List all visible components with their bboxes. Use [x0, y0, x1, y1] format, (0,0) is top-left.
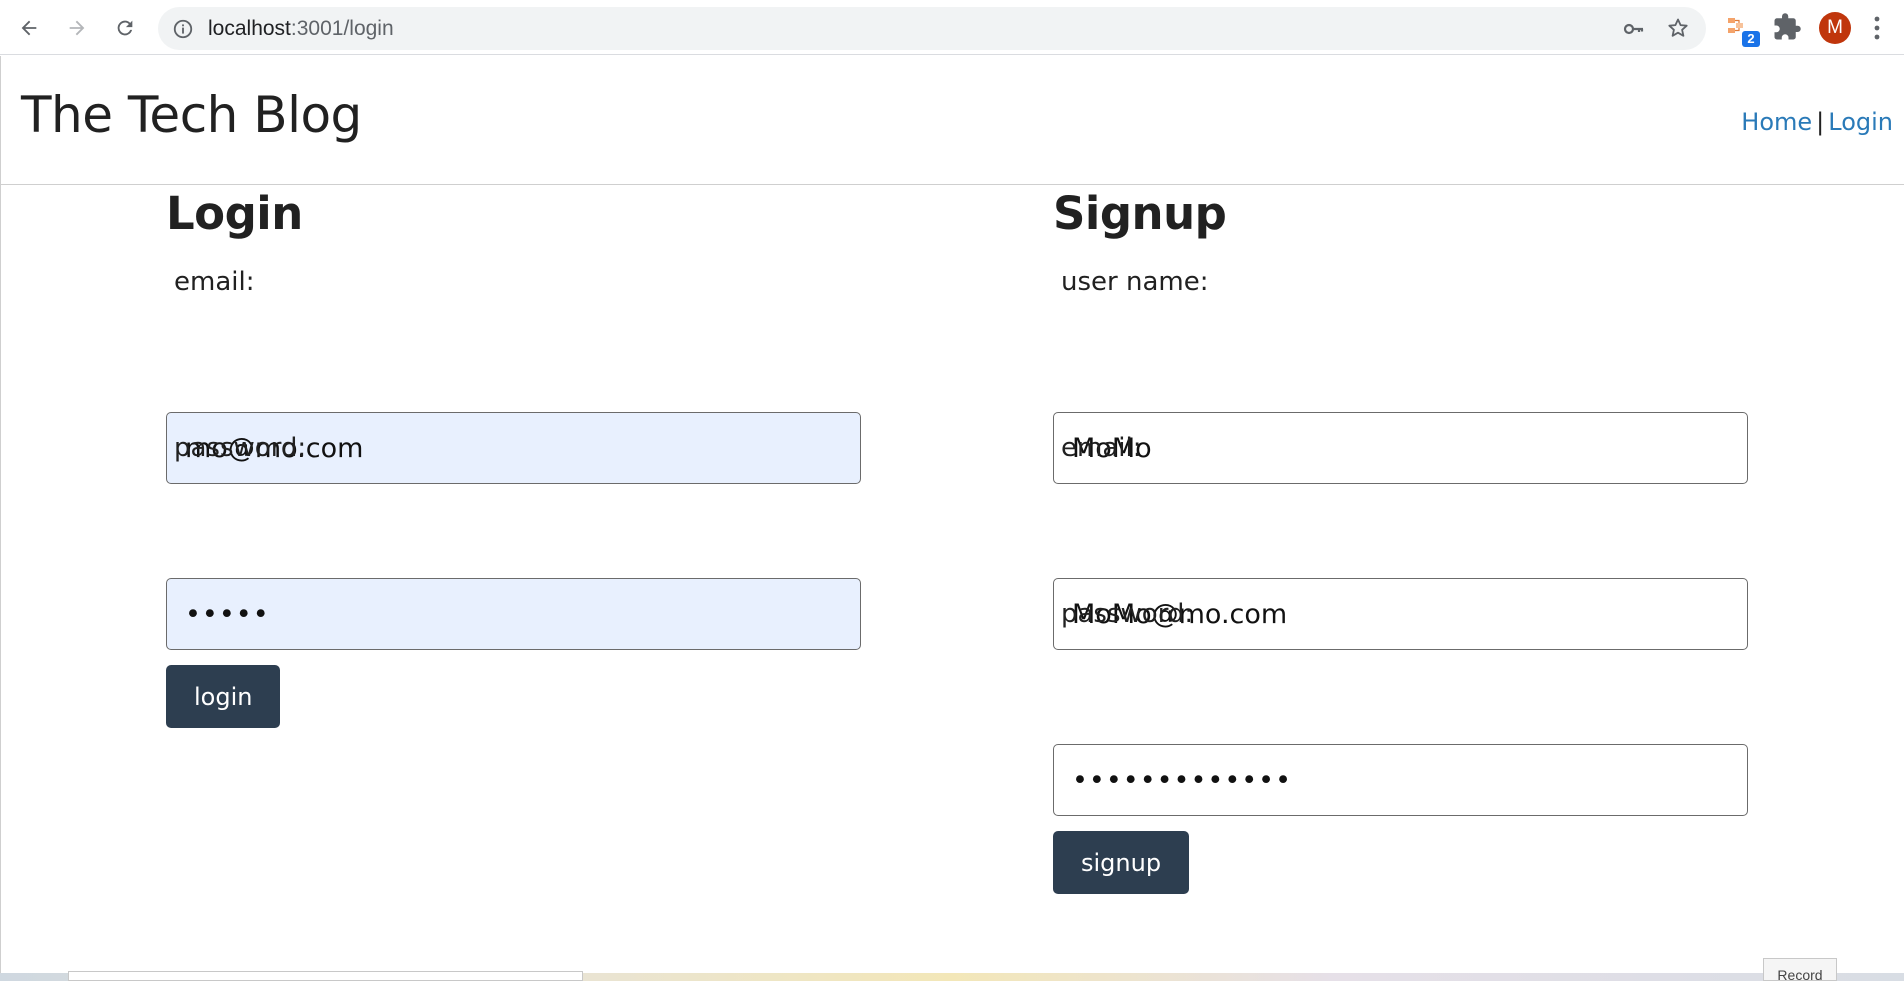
star-icon[interactable] — [1666, 16, 1690, 40]
signup-email-label: email: — [1061, 433, 1142, 463]
nav-home-link[interactable]: Home — [1741, 108, 1812, 136]
puzzle-icon[interactable] — [1772, 12, 1802, 42]
extension-badge: 2 — [1742, 31, 1760, 47]
profile-avatar[interactable]: M — [1819, 12, 1851, 44]
site-info-icon[interactable] — [172, 18, 194, 40]
url-host: localhost — [208, 17, 291, 40]
browser-toolbar: localhost:3001/login 2 M — [0, 0, 1904, 55]
login-password-input[interactable] — [166, 578, 861, 650]
address-bar[interactable]: localhost:3001/login — [158, 7, 1706, 50]
site-title: The Tech Blog — [21, 86, 362, 144]
nav-separator: | — [1816, 108, 1825, 136]
back-button[interactable] — [11, 10, 47, 46]
nav-login-link[interactable]: Login — [1828, 108, 1893, 136]
back-arrow-icon — [21, 20, 37, 36]
forward-button[interactable] — [59, 10, 95, 46]
site-nav: Home | Login — [1741, 108, 1893, 136]
login-title: Login — [166, 187, 303, 240]
page-content: The Tech Blog Home|Login Login email: pa… — [0, 56, 1904, 973]
key-icon[interactable] — [1622, 17, 1646, 41]
signup-username-label: user name: — [1061, 267, 1209, 297]
taskbar-record-tab[interactable]: Record — [1763, 958, 1837, 981]
signup-title: Signup — [1053, 187, 1227, 240]
reload-button[interactable] — [107, 10, 143, 46]
reload-icon — [117, 20, 133, 36]
login-email-label: email: — [174, 267, 255, 297]
kebab-menu-icon[interactable] — [1871, 14, 1883, 42]
signup-password-input[interactable] — [1053, 744, 1748, 816]
url-path: :3001/login — [290, 17, 394, 40]
signup-username-input[interactable] — [1053, 412, 1748, 484]
signup-button[interactable]: signup — [1053, 831, 1190, 894]
login-password-label: password: — [174, 433, 307, 463]
url-text[interactable]: localhost:3001/login — [208, 7, 394, 50]
taskbar-search-box[interactable] — [68, 971, 583, 981]
site-header: The Tech Blog Home | Login — [1, 56, 1904, 185]
forward-arrow-icon — [69, 20, 85, 36]
login-button[interactable]: login — [166, 665, 281, 728]
signup-password-label: password: — [1061, 599, 1194, 629]
